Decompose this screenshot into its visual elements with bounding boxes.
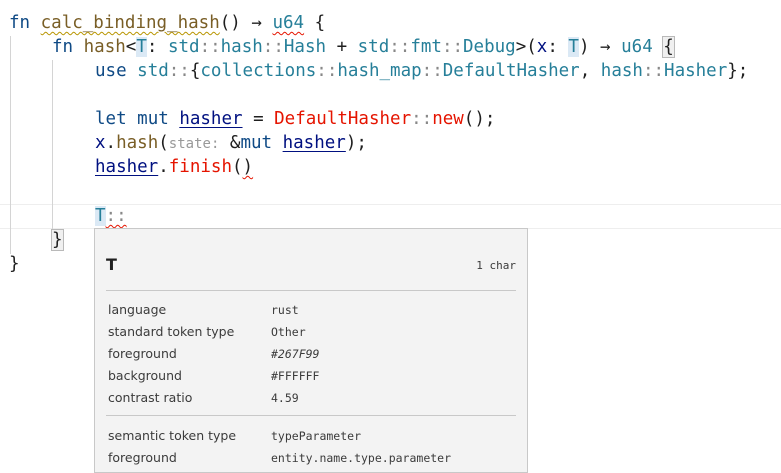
punctuation: () (219, 13, 241, 33)
return-type: u64 (621, 37, 653, 57)
brace: { (314, 13, 326, 33)
path-separator: :: (199, 37, 221, 57)
punctuation: . (158, 157, 169, 177)
hover-token-title: T (106, 255, 117, 274)
path-separator: :: (262, 37, 284, 57)
module: collections (200, 61, 317, 81)
hover-row-contrast-ratio: contrast ratio 4.59 (108, 390, 299, 405)
hover-row-foreground: foreground #267F99 (108, 346, 320, 361)
punctuation: }; (727, 61, 749, 81)
operator: = (242, 109, 275, 129)
function-name: new (432, 109, 464, 129)
hover-row-language: language rust (108, 302, 299, 317)
struct: DefaultHasher (274, 109, 412, 129)
trait: Debug (463, 37, 516, 57)
module: hash (220, 37, 263, 57)
matched-brace: } (51, 229, 64, 251)
type-parameter: T (95, 206, 106, 226)
inlay-hint: state: (168, 136, 220, 152)
punctuation: . (105, 133, 117, 153)
path-separator: :: (105, 206, 127, 226)
code-line-3[interactable]: use std::{collections::hash_map::Default… (95, 59, 748, 83)
function-name: calc_binding_hash (40, 13, 220, 33)
trait: Hasher (664, 61, 728, 81)
path-separator: :: (642, 61, 665, 81)
struct: DefaultHasher (442, 61, 580, 81)
function-name: hash (83, 37, 126, 57)
path-separator: :: (421, 61, 443, 81)
punctuation: ) (578, 37, 590, 57)
path-separator: :: (316, 61, 338, 81)
punctuation: ( (231, 157, 243, 177)
path-separator: :: (389, 37, 411, 57)
keyword: fn (9, 13, 31, 33)
matched-brace: { (662, 36, 675, 58)
parameter: x (536, 37, 548, 57)
trait: Hash (283, 37, 327, 57)
code-line-5[interactable]: let mut hasher = DefaultHasher::new(); (95, 107, 495, 131)
code-line-2[interactable]: fn hash<T: std::hash::Hash + std::fmt::D… (52, 35, 675, 59)
indent-guide (52, 60, 53, 230)
hover-row-background: background #FFFFFF (108, 368, 320, 383)
token-inspector-hover: T 1 char language rust standard token typ… (94, 228, 528, 473)
code-line-6[interactable]: x.hash(state: &mut hasher); (95, 131, 367, 155)
hover-row-standard-token-type: standard token type Other (108, 324, 306, 339)
indent-guide (10, 36, 11, 254)
punctuation: >( (515, 37, 537, 57)
punctuation: : (547, 37, 569, 57)
method-name: finish (168, 157, 232, 177)
type-parameter: T (136, 37, 147, 57)
path-separator: :: (168, 61, 190, 81)
return-type: u64 (272, 13, 305, 33)
path-separator: :: (441, 37, 464, 57)
variable: hasher (95, 157, 159, 177)
code-line-10[interactable]: } (51, 228, 64, 252)
code-line-9[interactable]: T:: (95, 204, 127, 228)
code-line-1[interactable]: fn calc_binding_hash() → u64 { (9, 11, 325, 35)
code-line-11[interactable]: } (9, 252, 20, 276)
hover-token-length: 1 char (476, 259, 516, 272)
keyword: let (95, 109, 127, 129)
arrow: → (251, 13, 262, 33)
punctuation: < (125, 37, 137, 57)
code-line-7[interactable]: hasher.finish() (95, 155, 253, 179)
variable: x (95, 133, 106, 153)
hover-row-semantic-token-type: semantic token type typeParameter (108, 428, 362, 443)
brace: { (189, 61, 201, 81)
keyword: fn (52, 37, 74, 57)
keyword: mut (240, 133, 273, 153)
module: std (167, 37, 200, 57)
arrow: → (600, 37, 611, 57)
variable: hasher (179, 109, 243, 129)
variable: hasher (282, 133, 346, 153)
method-name: hash (116, 133, 159, 153)
punctuation: : (146, 37, 168, 57)
hover-divider (106, 415, 516, 416)
punctuation: ); (345, 133, 367, 153)
punctuation: ) (242, 157, 254, 177)
type-parameter: T (568, 37, 579, 57)
module: hash_map (337, 61, 422, 81)
brace: } (9, 254, 20, 274)
module: std (357, 37, 390, 57)
keyword: mut (137, 109, 169, 129)
punctuation: ( (158, 133, 169, 153)
operator: + (326, 37, 358, 57)
module: hash (600, 61, 643, 81)
keyword: use (95, 61, 127, 81)
punctuation: (); (463, 109, 496, 129)
hover-divider (106, 290, 516, 291)
operator: & (219, 133, 241, 153)
punctuation: , (579, 61, 601, 81)
module: fmt (410, 37, 442, 57)
module: std (137, 61, 169, 81)
path-separator: :: (411, 109, 433, 129)
hover-row-semantic-foreground: foreground entity.name.type.parameter (108, 450, 452, 465)
